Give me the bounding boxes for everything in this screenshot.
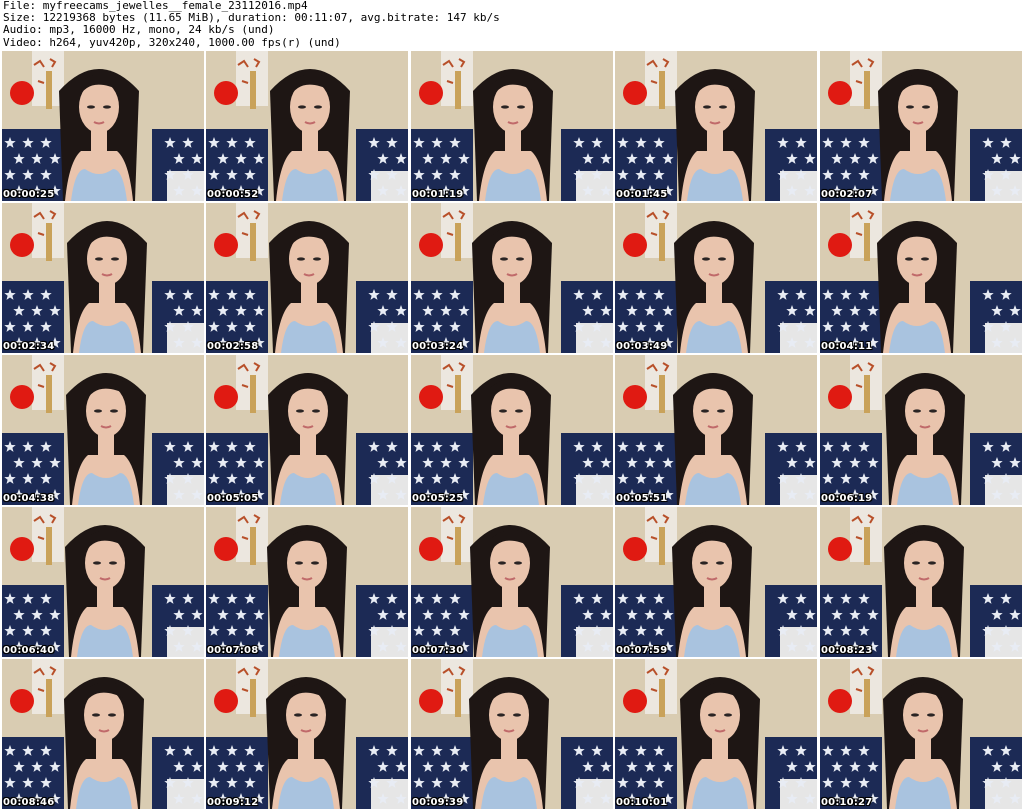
- thumbnail-frame: 00:00:52: [206, 51, 408, 201]
- thumbnail-image: [411, 659, 613, 809]
- thumbnail-timestamp: 00:05:05: [207, 493, 259, 504]
- thumbnail-image: [411, 203, 613, 353]
- thumbnail-frame: 00:01:19: [411, 51, 613, 201]
- thumbnail-frame: 00:10:27: [820, 659, 1022, 809]
- thumbnail-timestamp: 00:07:30: [412, 645, 464, 656]
- thumbnail-image: [615, 51, 817, 201]
- thumbnail-image: [615, 659, 817, 809]
- thumbnail-timestamp: 00:06:19: [821, 493, 873, 504]
- thumbnail-timestamp: 00:01:45: [616, 189, 668, 200]
- thumbnail-frame: 00:03:49: [615, 203, 817, 353]
- thumbnail-image: [820, 203, 1022, 353]
- thumbnail-timestamp: 00:02:07: [821, 189, 873, 200]
- thumbnail-image: [820, 355, 1022, 505]
- thumbnail-image: [2, 507, 204, 657]
- thumbnail-image: [206, 659, 408, 809]
- thumbnail-image: [615, 507, 817, 657]
- thumbnail-image: [206, 51, 408, 201]
- thumbnail-image: [2, 355, 204, 505]
- thumbnail-frame: 00:02:07: [820, 51, 1022, 201]
- thumbnail-timestamp: 00:02:58: [207, 341, 259, 352]
- thumbnail-timestamp: 00:07:59: [616, 645, 668, 656]
- thumbnail-image: [615, 355, 817, 505]
- video-info-line: Video: h264, yuv420p, 320x240, 1000.00 f…: [3, 35, 341, 49]
- thumbnail-image: [411, 355, 613, 505]
- thumbnail-image: [2, 659, 204, 809]
- thumbnail-timestamp: 00:08:46: [3, 797, 55, 808]
- thumbnail-timestamp: 00:03:49: [616, 341, 668, 352]
- thumbnail-frame: 00:10:01: [615, 659, 817, 809]
- thumbnail-frame: 00:05:51: [615, 355, 817, 505]
- thumbnail-grid: 00:00:25 00:00:52 00:01:19 00:01:45 00:0…: [2, 51, 1024, 811]
- thumbnail-timestamp: 00:00:25: [3, 189, 55, 200]
- thumbnail-timestamp: 00:09:39: [412, 797, 464, 808]
- thumbnail-timestamp: 00:06:40: [3, 645, 55, 656]
- thumbnail-frame: 00:06:19: [820, 355, 1022, 505]
- thumbnail-frame: 00:00:25: [2, 51, 204, 201]
- thumbnail-frame: 00:08:23: [820, 507, 1022, 657]
- thumbnail-frame: 00:02:58: [206, 203, 408, 353]
- thumbnail-timestamp: 00:01:19: [412, 189, 464, 200]
- thumbnail-image: [206, 507, 408, 657]
- thumbnail-timestamp: 00:10:27: [821, 797, 873, 808]
- thumbnail-timestamp: 00:02:34: [3, 341, 55, 352]
- thumbnail-frame: 00:07:59: [615, 507, 817, 657]
- thumbnail-timestamp: 00:05:51: [616, 493, 668, 504]
- thumbnail-image: [615, 203, 817, 353]
- thumbnail-image: [411, 51, 613, 201]
- thumbnail-frame: 00:09:39: [411, 659, 613, 809]
- thumbnail-image: [2, 51, 204, 201]
- thumbnail-timestamp: 00:04:11: [821, 341, 873, 352]
- thumbnail-frame: 00:02:34: [2, 203, 204, 353]
- thumbnail-frame: 00:05:05: [206, 355, 408, 505]
- thumbnail-frame: 00:08:46: [2, 659, 204, 809]
- thumbnail-timestamp: 00:08:23: [821, 645, 873, 656]
- thumbnail-timestamp: 00:05:25: [412, 493, 464, 504]
- thumbnail-frame: 00:05:25: [411, 355, 613, 505]
- thumbnail-frame: 00:04:11: [820, 203, 1022, 353]
- thumbnail-frame: 00:07:30: [411, 507, 613, 657]
- thumbnail-timestamp: 00:03:24: [412, 341, 464, 352]
- audio-info-line: Audio: mp3, 16000 Hz, mono, 24 kb/s (und…: [3, 23, 275, 37]
- file-info-header: File: myfreecams_jewelles__female_231120…: [3, 0, 1021, 50]
- thumbnail-image: [411, 507, 613, 657]
- thumbnail-timestamp: 00:04:38: [3, 493, 55, 504]
- thumbnail-frame: 00:07:08: [206, 507, 408, 657]
- thumbnail-frame: 00:09:12: [206, 659, 408, 809]
- thumbnail-frame: 00:01:45: [615, 51, 817, 201]
- thumbnail-image: [820, 507, 1022, 657]
- thumbnail-timestamp: 00:09:12: [207, 797, 259, 808]
- thumbnail-image: [206, 355, 408, 505]
- thumbnail-image: [2, 203, 204, 353]
- thumbnail-frame: 00:03:24: [411, 203, 613, 353]
- thumbnail-frame: 00:06:40: [2, 507, 204, 657]
- thumbnail-frame: 00:04:38: [2, 355, 204, 505]
- thumbnail-image: [820, 51, 1022, 201]
- thumbnail-image: [820, 659, 1022, 809]
- thumbnail-image: [206, 203, 408, 353]
- thumbnail-timestamp: 00:00:52: [207, 189, 259, 200]
- thumbnail-timestamp: 00:10:01: [616, 797, 668, 808]
- thumbnail-timestamp: 00:07:08: [207, 645, 259, 656]
